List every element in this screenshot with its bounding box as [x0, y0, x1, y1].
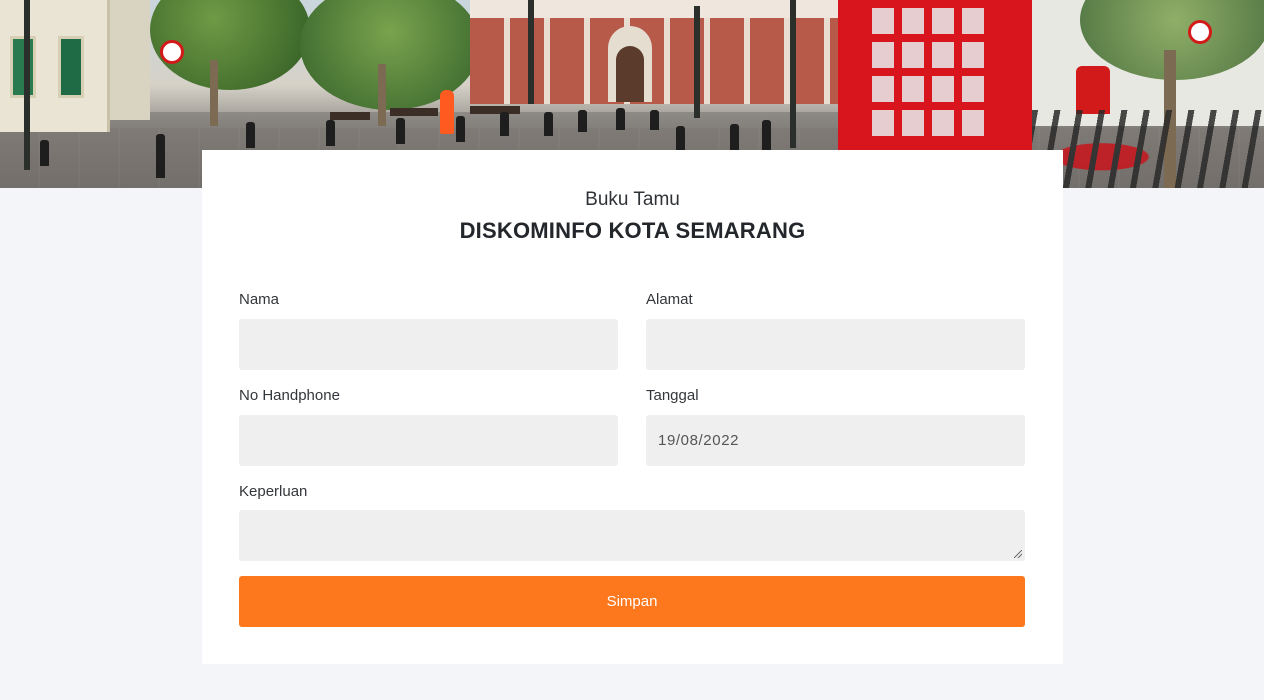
nama-label: Nama: [239, 291, 280, 308]
guestbook-form-card: Buku Tamu DISKOMINFO KOTA SEMARANG Nama …: [202, 150, 1063, 664]
page-title: DISKOMINFO KOTA SEMARANG: [459, 218, 806, 243]
tanggal-label: Tanggal: [646, 387, 699, 404]
keperluan-textarea[interactable]: [239, 510, 1025, 561]
keperluan-label: Keperluan: [239, 483, 308, 500]
nama-input[interactable]: [239, 319, 618, 370]
simpan-button[interactable]: Simpan: [239, 576, 1025, 627]
alamat-label: Alamat: [646, 291, 693, 308]
no-handphone-label: No Handphone: [239, 387, 340, 404]
page-subtitle: Buku Tamu: [585, 189, 680, 210]
alamat-input[interactable]: [646, 319, 1025, 370]
tanggal-date-input[interactable]: [646, 415, 1025, 466]
keperluan-textarea-wrapper: [239, 510, 1025, 561]
resize-grip-icon[interactable]: [1014, 550, 1022, 558]
no-handphone-input[interactable]: [239, 415, 618, 466]
